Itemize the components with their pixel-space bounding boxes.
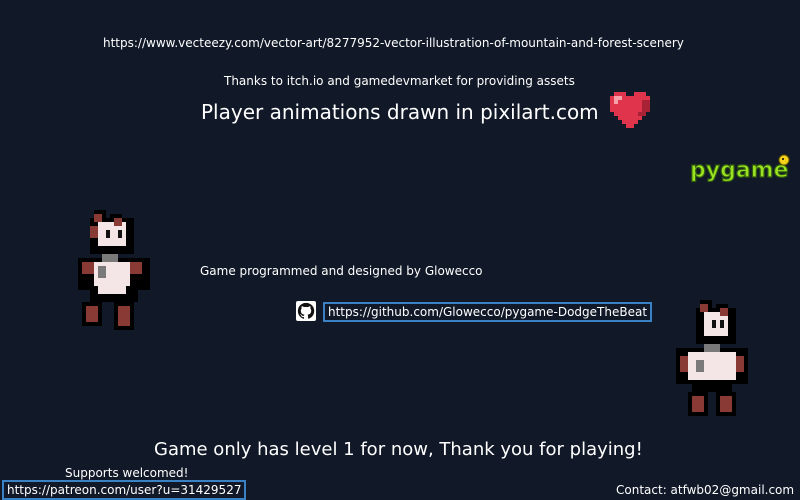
player-animations-text: Player animations drawn in pixilart.com (201, 100, 599, 124)
player-sprite (676, 300, 752, 420)
background-credit-url: https://www.vecteezy.com/vector-art/8277… (103, 36, 684, 50)
supports-label: Supports welcomed! (65, 466, 189, 480)
github-icon[interactable] (296, 301, 316, 321)
pygame-logo: pygame (688, 152, 794, 184)
closing-message: Game only has level 1 for now, Thank you… (154, 439, 643, 460)
player-sprite (74, 210, 154, 338)
pygame-logo-text: pygame (690, 158, 789, 183)
assets-thanks-text: Thanks to itch.io and gamedevmarket for … (224, 74, 575, 88)
contact-text: Contact: atfwb02@gmail.com (616, 483, 795, 497)
programmer-credit-text: Game programmed and designed by Glowecco (200, 264, 483, 278)
heart-icon (610, 92, 654, 136)
github-link[interactable]: https://github.com/Glowecco/pygame-Dodge… (323, 302, 653, 322)
patreon-link[interactable]: https://patreon.com/user?u=31429527 (2, 480, 247, 500)
